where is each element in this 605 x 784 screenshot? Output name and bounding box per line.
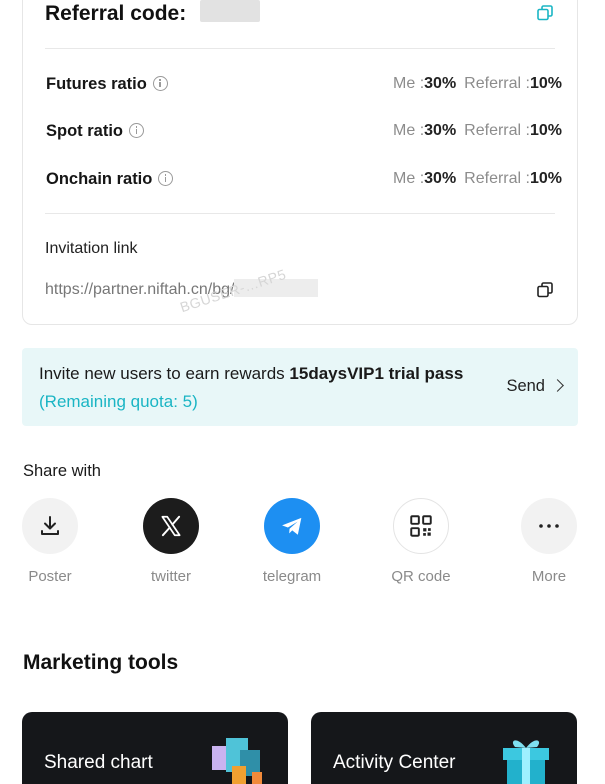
share-twitter-button[interactable]: twitter <box>131 498 211 588</box>
copy-icon[interactable] <box>536 4 554 22</box>
invite-promo-banner: Invite new users to earn rewards 15daysV… <box>22 348 578 426</box>
download-icon <box>22 498 78 554</box>
send-button[interactable]: Send <box>506 374 564 398</box>
ratio-values: Me :30% Referral :10% <box>393 122 562 139</box>
ratio-label: Spot ratio <box>46 122 123 140</box>
invitation-link-label: Invitation link <box>45 240 138 257</box>
tool-label: Shared chart <box>44 752 153 773</box>
qr-code-icon <box>393 498 449 554</box>
share-more-button[interactable]: More <box>509 498 589 588</box>
share-telegram-button[interactable]: telegram <box>252 498 332 588</box>
ratio-row-onchain: Onchain ratio Me :30% Referral :10% <box>46 167 562 191</box>
share-with-title: Share with <box>23 462 101 480</box>
telegram-icon <box>264 498 320 554</box>
promo-quota: (Remaining quota: 5) <box>39 392 198 411</box>
ratio-label: Futures ratio <box>46 75 147 93</box>
more-icon <box>521 498 577 554</box>
copy-link-icon[interactable] <box>536 281 554 299</box>
divider <box>45 48 555 49</box>
info-icon[interactable] <box>129 123 144 138</box>
cubes-icon <box>212 738 262 784</box>
share-poster-button[interactable]: Poster <box>10 498 90 588</box>
referral-code-title: Referral code: <box>45 2 187 25</box>
shared-chart-card[interactable]: Shared chart <box>22 712 288 784</box>
share-qr-code-button[interactable]: QR code <box>381 498 461 588</box>
ratio-values: Me :30% Referral :10% <box>393 75 562 92</box>
activity-center-card[interactable]: Activity Center <box>311 712 577 784</box>
ratio-row-futures: Futures ratio Me :30% Referral :10% <box>46 72 562 96</box>
x-logo-icon <box>143 498 199 554</box>
referral-code-value-masked <box>200 0 260 22</box>
ratio-label: Onchain ratio <box>46 170 153 188</box>
chevron-right-icon <box>551 379 564 392</box>
ratio-values: Me :30% Referral :10% <box>393 170 562 187</box>
tool-label: Activity Center <box>333 752 456 773</box>
promo-reward: 15daysVIP1 trial pass <box>289 364 464 383</box>
info-icon[interactable] <box>152 76 168 91</box>
divider <box>45 213 555 214</box>
ratio-row-spot: Spot ratio Me :30% Referral :10% <box>46 119 562 143</box>
marketing-tools-title: Marketing tools <box>23 651 179 674</box>
gift-icon <box>503 740 549 784</box>
info-icon[interactable] <box>158 171 174 186</box>
promo-text: Invite new users to earn rewards 15daysV… <box>39 364 464 411</box>
